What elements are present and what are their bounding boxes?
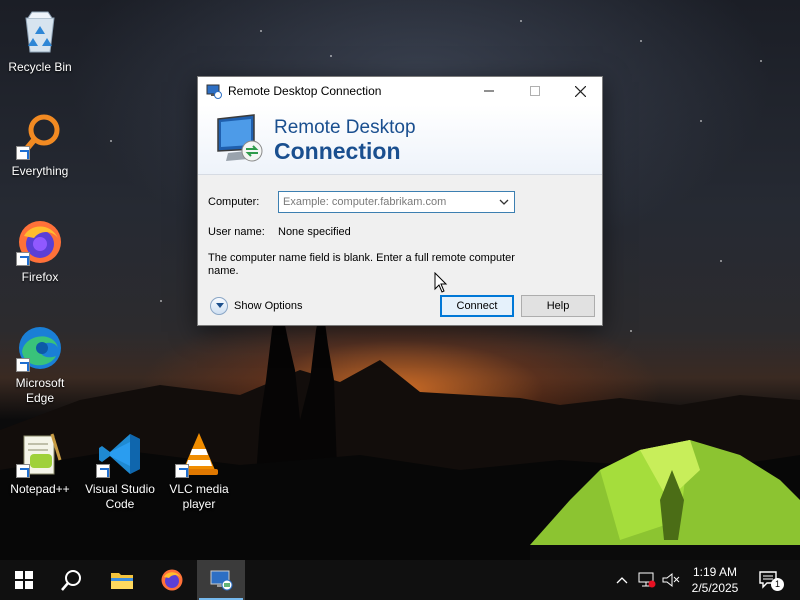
help-button[interactable]: Help [521, 295, 595, 317]
shortcut-arrow-icon [16, 252, 30, 266]
desktop-icon-label: Recycle Bin [8, 60, 72, 74]
connection-form: Computer: User name: None specified The … [198, 175, 602, 325]
desktop-icon-label: Notepad++ [10, 482, 70, 496]
desktop-icon-label: Visual Studio Code [85, 482, 155, 511]
shortcut-arrow-icon [96, 464, 110, 478]
clock[interactable]: 1:19 AM 2/5/2025 [680, 564, 750, 596]
taskbar-file-explorer[interactable] [98, 560, 146, 600]
vlc-icon [175, 430, 223, 478]
shortcut-arrow-icon [16, 146, 30, 160]
volume-muted-icon [662, 572, 680, 588]
window-title: Remote Desktop Connection [228, 84, 382, 98]
desktop-icon-everything[interactable]: Everything [2, 112, 78, 179]
vscode-icon [96, 430, 144, 478]
desktop-icon-vlc[interactable]: VLC media player [161, 430, 237, 512]
title-bar[interactable]: Remote Desktop Connection [198, 77, 602, 105]
notification-count-badge: 1 [771, 578, 784, 591]
chevron-down-icon[interactable] [499, 199, 509, 206]
desktop-icon-label: Everything [11, 164, 69, 178]
desktop-icon-vscode[interactable]: Visual Studio Code [82, 430, 158, 512]
everything-search-icon [16, 112, 64, 160]
validation-message: The computer name field is blank. Enter … [208, 252, 515, 277]
search-button[interactable] [48, 560, 96, 600]
volume-button[interactable] [660, 560, 682, 600]
start-icon [15, 571, 33, 589]
file-explorer-icon [111, 573, 133, 589]
remote-desktop-window: Remote Desktop Connection Remote Desktop… [197, 76, 603, 326]
action-center-button[interactable]: 1 [752, 560, 786, 600]
connect-button[interactable]: Connect [440, 295, 514, 317]
minimize-button[interactable] [466, 77, 512, 105]
remote-desktop-icon [210, 570, 233, 591]
computer-label: Computer: [208, 196, 260, 208]
show-options-link[interactable]: Show Options [234, 300, 302, 312]
taskbar: 1:19 AM 2/5/2025 1 [0, 560, 800, 600]
taskbar-remote-desktop[interactable] [197, 560, 245, 600]
chevron-up-icon [616, 577, 628, 584]
show-options-expand-icon[interactable] [210, 297, 228, 315]
desktop-icon-edge[interactable]: Microsoft Edge [2, 324, 78, 406]
desktop-icon-firefox[interactable]: Firefox [2, 218, 78, 285]
edge-icon [16, 324, 64, 372]
username-label: User name: [208, 226, 265, 238]
monitor-connection-icon [217, 114, 263, 162]
mouse-cursor-icon [434, 272, 448, 293]
close-icon [574, 85, 586, 97]
firefox-icon [161, 569, 183, 591]
banner-title-line1: Remote Desktop [274, 117, 416, 138]
shortcut-arrow-icon [16, 464, 30, 478]
show-hidden-icons-button[interactable] [612, 560, 632, 600]
shortcut-arrow-icon [175, 464, 189, 478]
network-disconnected-icon [638, 572, 656, 588]
maximize-icon [530, 86, 540, 96]
banner: Remote Desktop Connection [198, 105, 602, 175]
computer-combobox[interactable] [278, 191, 515, 213]
maximize-button [512, 77, 558, 105]
desktop-icon-recycle-bin[interactable]: Recycle Bin [2, 8, 78, 75]
banner-title-line2: Connection [274, 138, 401, 164]
recycle-bin-icon [16, 8, 64, 56]
taskbar-firefox[interactable] [148, 560, 196, 600]
desktop-icon-label: Microsoft Edge [15, 376, 65, 405]
desktop-icon-label: Firefox [21, 270, 59, 284]
firefox-icon [16, 218, 64, 266]
computer-input[interactable] [279, 196, 489, 208]
network-status-button[interactable] [636, 560, 658, 600]
shortcut-arrow-icon [16, 358, 30, 372]
search-icon [61, 570, 81, 591]
close-button[interactable] [557, 77, 603, 105]
desktop-icon-notepadpp[interactable]: Notepad++ [2, 430, 78, 497]
start-button[interactable] [0, 560, 48, 600]
notepadpp-icon [16, 430, 64, 478]
desktop-icon-label: VLC media player [169, 482, 229, 511]
remote-desktop-icon [206, 83, 222, 99]
username-value: None specified [278, 226, 351, 238]
minimize-icon [484, 90, 494, 92]
clock-time: 1:19 AM [692, 565, 738, 579]
clock-date: 2/5/2025 [691, 581, 739, 595]
